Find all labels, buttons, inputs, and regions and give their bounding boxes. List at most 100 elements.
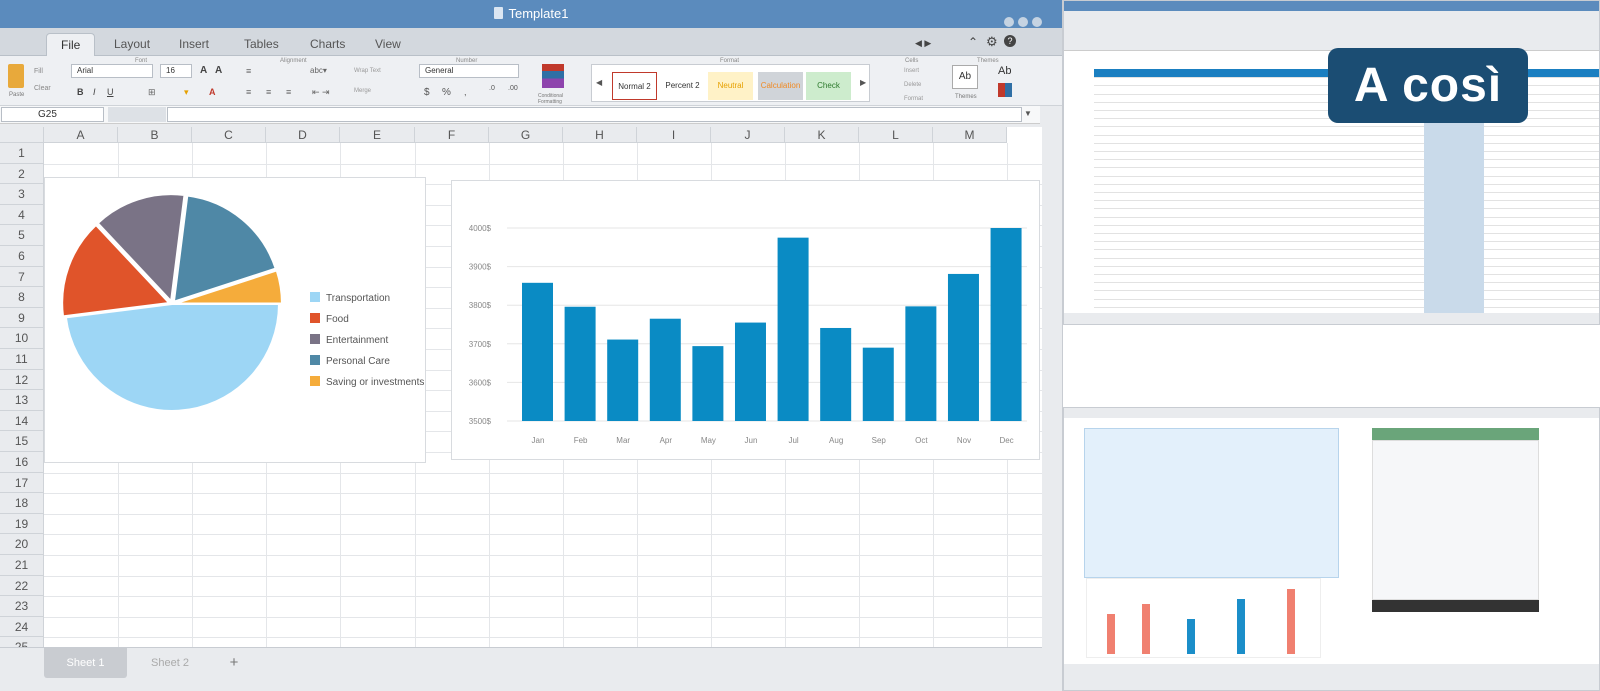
column-header-d[interactable]: D xyxy=(266,127,340,143)
zoom-button[interactable] xyxy=(1018,17,1028,27)
theme-fonts-icon[interactable]: Ab xyxy=(998,65,1011,77)
row-header-10[interactable]: 10 xyxy=(0,328,44,349)
comma-icon[interactable]: , xyxy=(464,87,467,97)
add-sheet-button[interactable]: + xyxy=(218,648,250,678)
row-header-14[interactable]: 14 xyxy=(0,410,44,432)
clear-button[interactable]: Clear xyxy=(34,85,51,92)
bar-oct[interactable] xyxy=(905,306,937,421)
style-neutral[interactable]: Neutral xyxy=(708,72,753,100)
bar-aug[interactable] xyxy=(820,327,852,421)
text-orientation-icon[interactable]: abc▾ xyxy=(310,66,327,75)
fill-color-icon[interactable]: ▾ xyxy=(184,87,189,98)
cells-delete-button[interactable]: Delete xyxy=(904,82,921,88)
row-header-17[interactable]: 17 xyxy=(0,472,44,494)
style-calculation[interactable]: Calculation xyxy=(758,72,803,100)
column-header-c[interactable]: C xyxy=(192,127,266,143)
row-header-5[interactable]: 5 xyxy=(0,225,44,246)
font-size-select[interactable]: 16 xyxy=(160,64,192,78)
tab-view[interactable]: View xyxy=(361,33,415,56)
column-header-l[interactable]: L xyxy=(859,127,933,143)
row-header-19[interactable]: 19 xyxy=(0,513,44,535)
column-header-e[interactable]: E xyxy=(340,127,415,143)
row-header-8[interactable]: 8 xyxy=(0,287,44,308)
minimize-button[interactable] xyxy=(1004,17,1014,27)
currency-icon[interactable]: $ xyxy=(424,87,430,98)
sheet-tab-2[interactable]: Sheet 2 xyxy=(130,648,210,678)
close-button[interactable] xyxy=(1032,17,1042,27)
underline-icon[interactable]: U xyxy=(107,87,114,97)
row-header-9[interactable]: 9 xyxy=(0,307,44,329)
bar-mar[interactable] xyxy=(607,339,639,421)
borders-icon[interactable]: ⊞ xyxy=(148,87,156,98)
align-right-icon[interactable]: ≡ xyxy=(286,87,291,97)
tab-file[interactable]: File xyxy=(46,33,96,56)
cells-insert-button[interactable]: Insert xyxy=(904,68,919,74)
column-header-i[interactable]: I xyxy=(637,127,711,143)
row-header-1[interactable]: 1 xyxy=(0,143,44,164)
row-header-3[interactable]: 3 xyxy=(0,184,44,205)
bar-jun[interactable] xyxy=(734,322,766,421)
row-header-25[interactable]: 25 xyxy=(0,637,44,647)
column-header-h[interactable]: H xyxy=(563,127,637,143)
fill-button[interactable]: Fill xyxy=(34,68,43,75)
style-percent-2[interactable]: Percent 2 xyxy=(660,72,705,100)
bold-icon[interactable]: B xyxy=(77,87,84,97)
row-header-18[interactable]: 18 xyxy=(0,493,44,514)
row-header-2[interactable]: 2 xyxy=(0,163,44,185)
pie-chart[interactable]: Transportation Food Entertainment Person… xyxy=(44,177,426,463)
bar-apr[interactable] xyxy=(649,318,681,421)
decrease-decimal-icon[interactable]: .00 xyxy=(508,85,518,92)
row-header-15[interactable]: 15 xyxy=(0,431,44,452)
align-left-icon[interactable]: ≡ xyxy=(246,87,251,97)
help-icon[interactable]: ? xyxy=(1004,35,1016,47)
column-header-j[interactable]: J xyxy=(711,127,785,143)
bar-jan[interactable] xyxy=(522,282,553,421)
nav-arrows-icon[interactable]: ◀ ▶ xyxy=(915,38,931,49)
row-header-23[interactable]: 23 xyxy=(0,596,44,617)
number-format-select[interactable]: General xyxy=(419,64,519,78)
bar-sep[interactable] xyxy=(862,347,894,421)
row-header-22[interactable]: 22 xyxy=(0,575,44,597)
bar-dec[interactable] xyxy=(990,228,1022,421)
tab-insert[interactable]: Insert xyxy=(165,33,223,56)
row-header-7[interactable]: 7 xyxy=(0,266,44,288)
row-header-11[interactable]: 11 xyxy=(0,349,44,370)
font-shrink-icon[interactable]: A xyxy=(215,65,222,76)
style-normal-2[interactable]: Normal 2 xyxy=(612,72,657,100)
row-header-20[interactable]: 20 xyxy=(0,534,44,555)
indent-icon[interactable]: ⇤ ⇥ xyxy=(312,87,330,98)
paste-icon[interactable] xyxy=(8,64,24,88)
wrap-text-button[interactable]: Wrap Text xyxy=(354,68,381,74)
bar-may[interactable] xyxy=(692,346,724,421)
sheet-tab-1[interactable]: Sheet 1 xyxy=(44,648,127,678)
tab-tables[interactable]: Tables xyxy=(230,33,293,56)
select-all-corner[interactable] xyxy=(0,127,44,143)
column-header-b[interactable]: B xyxy=(118,127,192,143)
align-center-icon[interactable]: ≡ xyxy=(266,87,271,97)
tab-charts[interactable]: Charts xyxy=(296,33,359,56)
formula-expand-icon[interactable]: ▼ xyxy=(1024,109,1032,118)
percent-icon[interactable]: % xyxy=(442,87,451,98)
collapse-ribbon-icon[interactable]: ⌃ xyxy=(968,35,978,49)
style-check[interactable]: Check xyxy=(806,72,851,100)
bar-feb[interactable] xyxy=(564,306,596,421)
row-header-13[interactable]: 13 xyxy=(0,390,44,411)
tab-layout[interactable]: Layout xyxy=(100,33,164,56)
column-header-m[interactable]: M xyxy=(933,127,1007,143)
name-box[interactable]: G25 xyxy=(1,107,104,122)
merge-button[interactable]: Merge xyxy=(354,88,371,94)
row-header-16[interactable]: 16 xyxy=(0,452,44,473)
gear-icon[interactable]: ⚙ xyxy=(986,34,998,50)
row-header-21[interactable]: 21 xyxy=(0,555,44,576)
align-top-icon[interactable]: ≡ xyxy=(246,66,251,76)
row-header-6[interactable]: 6 xyxy=(0,246,44,267)
bar-jul[interactable] xyxy=(777,237,809,421)
row-header-12[interactable]: 12 xyxy=(0,369,44,391)
column-header-g[interactable]: G xyxy=(489,127,563,143)
row-header-24[interactable]: 24 xyxy=(0,616,44,638)
column-header-k[interactable]: K xyxy=(785,127,859,143)
column-header-a[interactable]: A xyxy=(44,127,118,143)
font-color-icon[interactable]: A xyxy=(209,87,216,97)
font-grow-icon[interactable]: A xyxy=(200,65,207,76)
cells-format-button[interactable]: Format xyxy=(904,96,923,102)
